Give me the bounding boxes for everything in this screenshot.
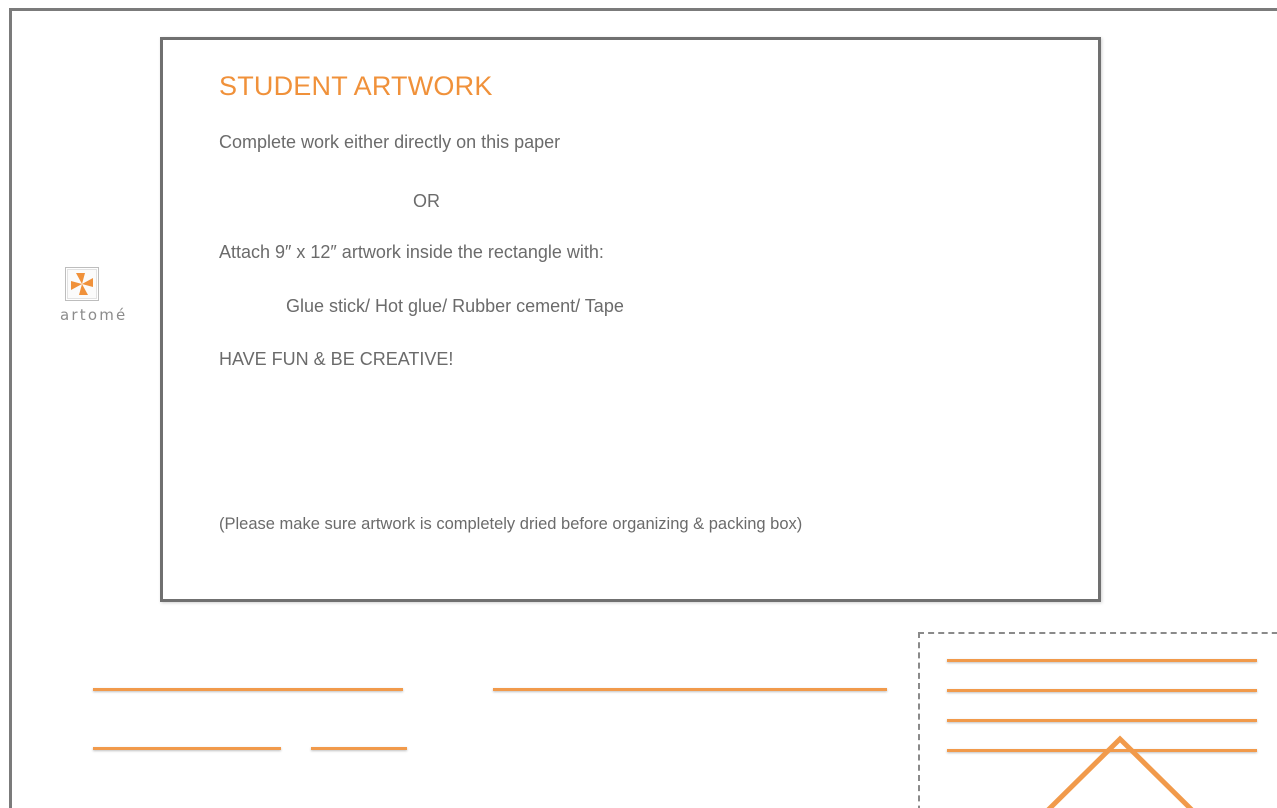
instruction-materials: Glue stick/ Hot glue/ Rubber cement/ Tap… — [286, 296, 624, 316]
address-line — [947, 689, 1257, 692]
logo-wordmark: artomé — [60, 306, 128, 324]
artome-logo: artomé — [60, 267, 156, 347]
pinwheel-logo-icon — [65, 267, 99, 301]
signature-line — [493, 688, 887, 691]
page-title: STUDENT ARTWORK — [219, 71, 493, 101]
drying-note: (Please make sure artwork is completely … — [219, 515, 803, 533]
signature-line — [93, 688, 403, 691]
instruction-or: OR — [413, 191, 440, 211]
instruction-line-1: Complete work either directly on this pa… — [219, 132, 561, 152]
instruction-slogan: HAVE FUN & BE CREATIVE! — [219, 349, 454, 369]
instruction-line-2: Attach 9″ x 12″ artwork inside the recta… — [219, 242, 604, 262]
address-line — [947, 719, 1257, 722]
address-line — [947, 659, 1257, 662]
signature-line — [311, 747, 407, 750]
chevron-up-icon — [1046, 735, 1194, 808]
signature-line — [93, 747, 281, 750]
